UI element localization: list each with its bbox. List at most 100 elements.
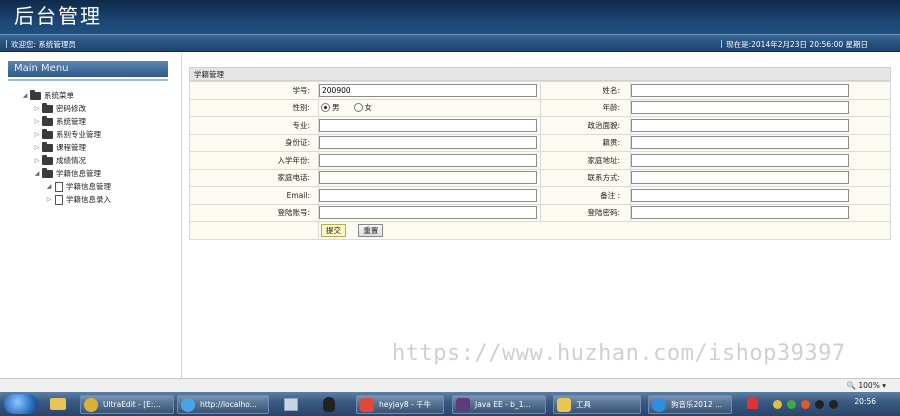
student-no-input[interactable]: 200900 <box>319 83 537 97</box>
zoom-level: 100% <box>858 381 880 390</box>
taskbar-item-ultraedit[interactable]: UltraEdit - [E:... <box>80 395 174 414</box>
start-button[interactable] <box>4 394 38 414</box>
native-label: 籍贯: <box>540 133 631 152</box>
enroll-year-label: 入学年份: <box>189 151 319 170</box>
main-content: 学籍管理 学号: 200900 姓名: 性别: 男 女 年龄: 专业: 政治面貌… <box>189 67 891 240</box>
app-title: 后台管理 <box>14 4 102 28</box>
folder-icon <box>42 102 53 113</box>
tree-label: 学籍信息管理 <box>56 169 101 178</box>
section-title: 学籍管理 <box>189 67 891 81</box>
expanded-triangle-icon[interactable]: ◢ <box>44 180 54 193</box>
qq-tray-icon[interactable] <box>829 400 838 409</box>
expanded-triangle-icon[interactable]: ◢ <box>32 167 42 180</box>
gender-male-radio[interactable] <box>321 103 330 113</box>
tree-node-records-manage[interactable]: ◢ 学籍信息管理 <box>44 180 111 193</box>
folder-icon <box>30 89 41 100</box>
remark-input[interactable] <box>631 188 849 202</box>
login-account-input[interactable] <box>319 206 537 220</box>
tree-node-password[interactable]: ▷ 密码修改 <box>32 102 111 115</box>
tray-app-icon[interactable] <box>787 400 796 409</box>
contact-label: 联系方式: <box>540 168 631 187</box>
name-label: 姓名: <box>540 81 631 100</box>
document-icon <box>55 181 63 192</box>
zoom-control[interactable]: 🔍 100% ▾ <box>847 381 886 390</box>
collapsed-triangle-icon[interactable]: ▷ <box>32 128 42 141</box>
sogou-icon[interactable] <box>747 398 758 409</box>
login-password-label: 登陆密码: <box>540 203 631 222</box>
network-app-icon[interactable] <box>280 395 304 414</box>
taskbar-label: 狗音乐2012 ... <box>671 400 723 409</box>
collapsed-triangle-icon[interactable]: ▷ <box>32 154 42 167</box>
app-header: 后台管理 <box>0 0 900 34</box>
major-label: 专业: <box>189 116 319 135</box>
collapsed-triangle-icon[interactable]: ▷ <box>32 141 42 154</box>
taskbar-item-tools[interactable]: 工具 <box>553 395 641 414</box>
email-input[interactable] <box>319 188 537 202</box>
native-input[interactable] <box>631 136 849 150</box>
taskbar-item-kugou[interactable]: 狗音乐2012 ... <box>648 395 732 414</box>
expanded-triangle-icon[interactable]: ◢ <box>20 89 30 102</box>
eclipse-icon <box>456 398 470 412</box>
student-form: 学号: 200900 姓名: 性别: 男 女 年龄: 专业: 政治面貌: 身份证… <box>189 81 891 240</box>
tray-app-icon[interactable] <box>801 400 810 409</box>
major-input[interactable] <box>319 118 537 132</box>
remark-label: 备注 : <box>540 186 631 205</box>
qianniu-icon <box>360 398 374 412</box>
collapsed-triangle-icon[interactable]: ▷ <box>32 115 42 128</box>
name-input[interactable] <box>631 83 849 97</box>
tree-node-records-entry[interactable]: ▷ 学籍信息录入 <box>44 193 111 206</box>
tree-node-course[interactable]: ▷ 课程管理 <box>32 141 111 154</box>
tree-label: 学籍信息管理 <box>66 182 111 191</box>
idcard-input[interactable] <box>319 136 537 150</box>
age-input[interactable] <box>631 101 849 115</box>
taskbar: UltraEdit - [E:... http://localho... hey… <box>0 392 900 416</box>
login-password-input[interactable] <box>631 206 849 220</box>
phone-label: 家庭电话: <box>189 168 319 187</box>
gender-group: 男 女 <box>319 102 540 113</box>
watermark: https://www.huzhan.com/ishop39397 <box>392 341 846 366</box>
taskbar-label: Java EE - b_1... <box>475 400 531 409</box>
kugou-icon <box>652 398 666 412</box>
tree-label: 学籍信息录入 <box>66 195 111 204</box>
document-icon <box>55 194 63 205</box>
taskbar-item-qianniu[interactable]: heyjay8 - 千牛 <box>356 395 444 414</box>
gender-male-label: 男 <box>332 103 340 113</box>
contact-input[interactable] <box>631 171 849 185</box>
taskbar-label: http://localho... <box>200 400 257 409</box>
collapsed-triangle-icon[interactable]: ▷ <box>44 193 54 206</box>
address-label: 家庭地址: <box>540 151 631 170</box>
collapsed-triangle-icon[interactable]: ▷ <box>32 102 42 115</box>
folder-icon <box>42 154 53 165</box>
tree-node-student-records[interactable]: ◢ 学籍信息管理 <box>32 167 111 180</box>
internet-explorer-icon <box>181 398 195 412</box>
phone-input[interactable] <box>319 171 537 185</box>
reset-button[interactable]: 重置 <box>358 223 384 237</box>
folder-icon <box>42 167 53 178</box>
taskbar-item-ie[interactable]: http://localho... <box>177 395 269 414</box>
login-account-label: 登陆账号: <box>189 203 319 222</box>
explorer-icon[interactable] <box>46 395 70 414</box>
tree-node-system[interactable]: ▷ 系统管理 <box>32 115 111 128</box>
tray-app-icon[interactable] <box>773 400 782 409</box>
tree-label: 课程管理 <box>56 143 86 152</box>
taskbar-label: 工具 <box>576 400 591 409</box>
info-bar: 欢迎您: 系统管理员 现在是:2014年2月23日 20:56:00 星期日 <box>0 34 900 52</box>
qq-tray-icon[interactable] <box>815 400 824 409</box>
enroll-year-input[interactable] <box>319 153 537 167</box>
politics-input[interactable] <box>631 118 849 132</box>
qq-icon[interactable] <box>318 395 342 414</box>
clock[interactable]: 20:56 <box>854 397 876 406</box>
system-tray: 20:56 <box>740 392 900 416</box>
button-row-spacer <box>189 221 319 240</box>
address-input[interactable] <box>631 153 849 167</box>
taskbar-item-eclipse[interactable]: Java EE - b_1... <box>452 395 546 414</box>
tree-node-grades[interactable]: ▷ 成绩情况 <box>32 154 111 167</box>
gender-female-radio[interactable] <box>353 103 363 113</box>
tree-node-root[interactable]: ◢ 系统菜单 <box>20 89 111 102</box>
submit-button[interactable]: 提交 <box>321 223 346 237</box>
tree-label: 密码修改 <box>56 104 86 113</box>
tree-label: 成绩情况 <box>56 156 86 165</box>
datetime-text: 现在是:2014年2月23日 20:56:00 星期日 <box>721 39 868 50</box>
tree-node-department[interactable]: ▷ 系别专业管理 <box>32 128 111 141</box>
browser-status-bar: 🔍 100% ▾ <box>0 378 900 392</box>
